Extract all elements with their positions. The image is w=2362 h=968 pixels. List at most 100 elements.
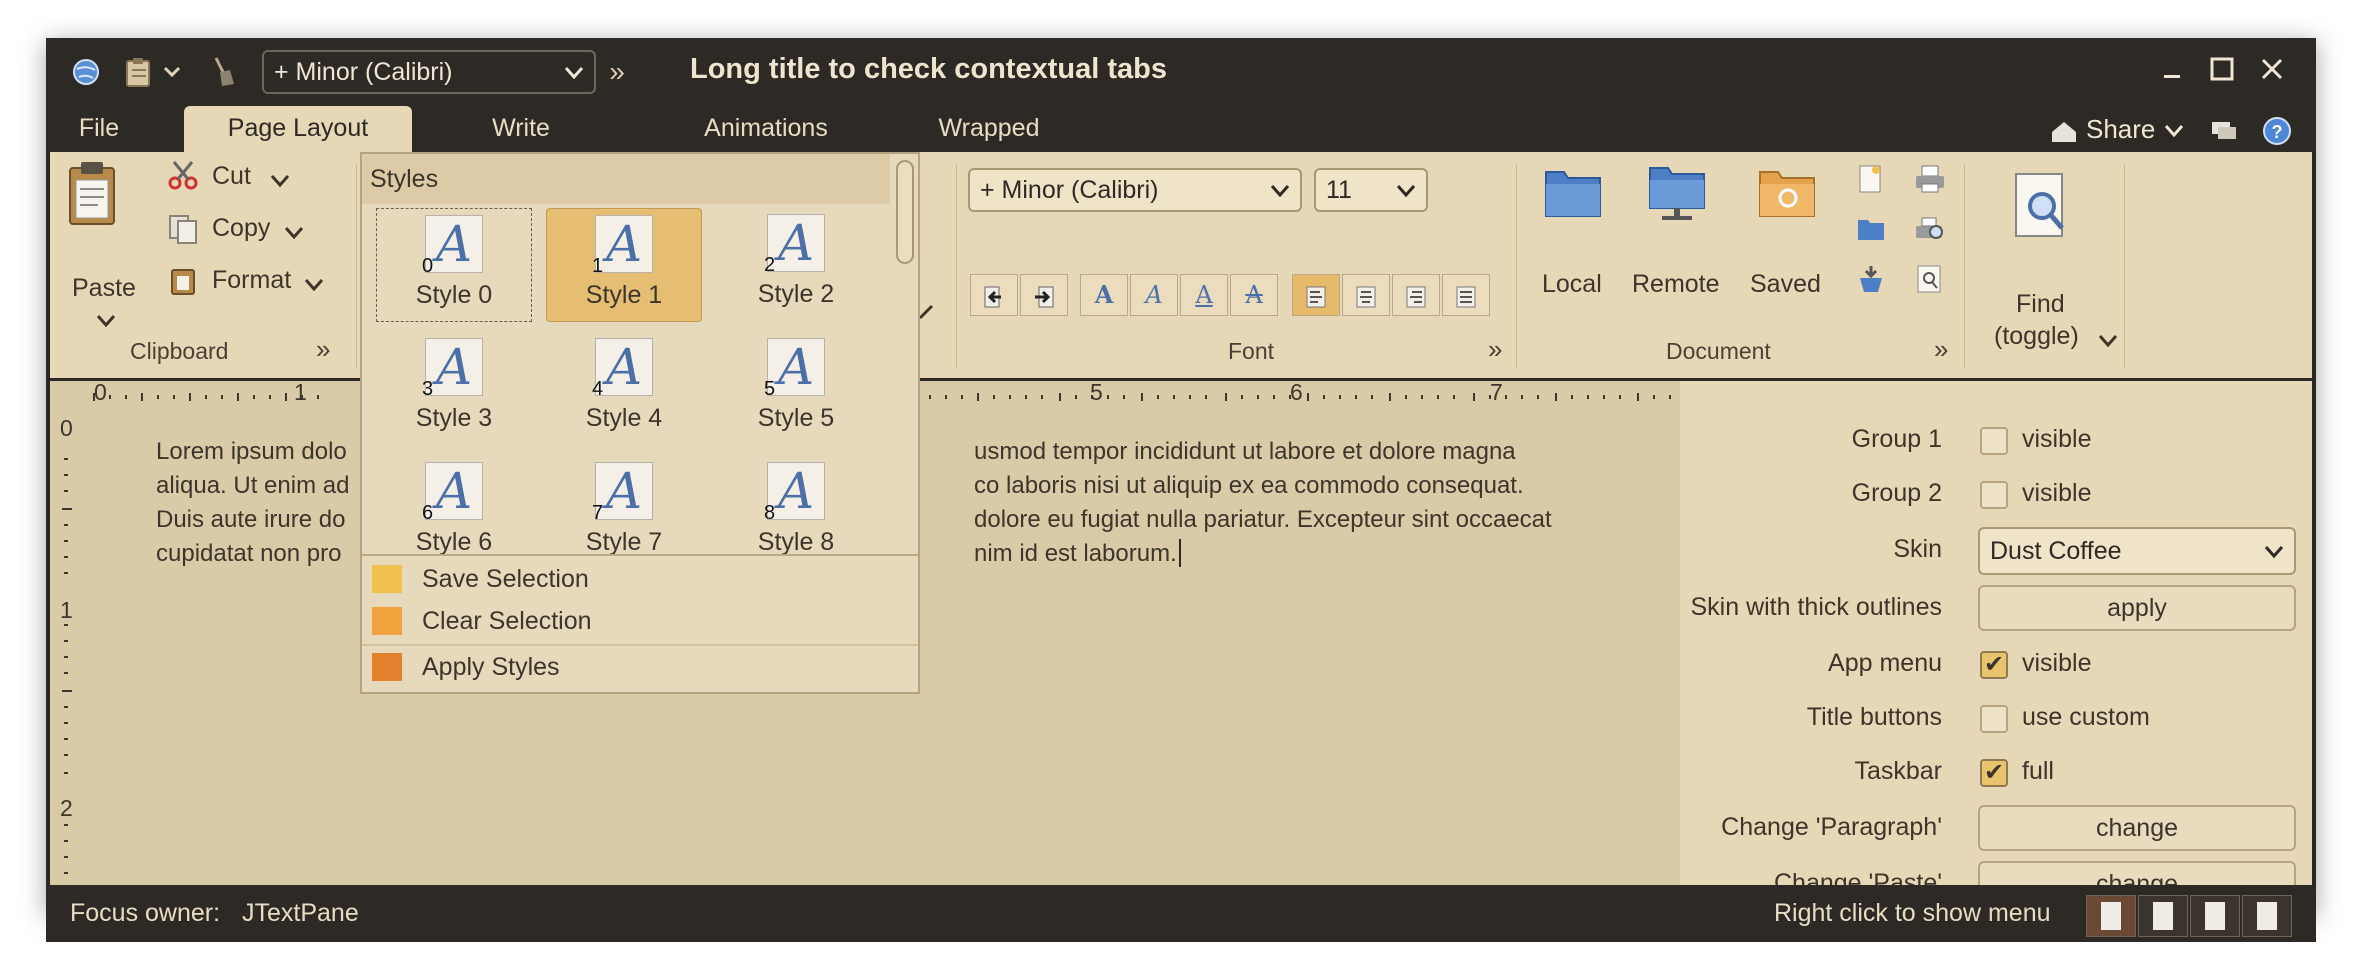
copy-button[interactable]: Copy bbox=[212, 214, 270, 243]
paste-icon[interactable] bbox=[66, 160, 118, 226]
underline-button[interactable]: A bbox=[1180, 274, 1228, 316]
align-center-icon[interactable] bbox=[1342, 274, 1390, 316]
italic-button[interactable]: A bbox=[1130, 274, 1178, 316]
chevron-down-icon[interactable] bbox=[158, 52, 186, 92]
format-button[interactable]: Format bbox=[212, 266, 291, 295]
document-expand-icon[interactable]: » bbox=[1934, 334, 1948, 365]
find-toggle-label[interactable]: (toggle) bbox=[1994, 322, 2079, 351]
remote-button[interactable]: Remote bbox=[1632, 270, 1720, 299]
vruler-label: 1 bbox=[60, 597, 73, 623]
saved-button[interactable]: Saved bbox=[1750, 270, 1821, 299]
view-print-layout-icon[interactable] bbox=[2086, 895, 2136, 937]
change-paragraph-button[interactable]: change bbox=[1978, 805, 2296, 851]
minimize-icon[interactable] bbox=[2152, 52, 2192, 92]
clear-selection-menu-item[interactable]: Clear Selection bbox=[362, 600, 918, 642]
clipboard-expand-icon[interactable]: » bbox=[316, 334, 330, 365]
tab-file[interactable]: File bbox=[56, 106, 142, 152]
title-buttons-check-label[interactable]: use custom bbox=[2022, 703, 2150, 732]
cut-button[interactable]: Cut bbox=[212, 162, 251, 191]
tab-animations[interactable]: Animations bbox=[666, 106, 866, 152]
app-menu-check-label[interactable]: visible bbox=[2022, 649, 2091, 678]
chevron-down-icon[interactable] bbox=[2098, 326, 2118, 355]
folder-saved-icon[interactable] bbox=[1758, 164, 1816, 217]
group2-check-label[interactable]: visible bbox=[2022, 479, 2091, 508]
paste-button[interactable]: Paste bbox=[72, 274, 136, 303]
view-web-layout-icon[interactable] bbox=[2190, 895, 2240, 937]
chevron-down-icon[interactable] bbox=[284, 218, 304, 247]
align-right-icon[interactable] bbox=[1392, 274, 1440, 316]
share-button[interactable]: Share bbox=[2086, 110, 2155, 148]
broom-icon[interactable] bbox=[202, 52, 242, 92]
style-item[interactable]: A0 Style 0 bbox=[376, 208, 532, 322]
style-glyph: A bbox=[605, 462, 643, 520]
style-item[interactable]: A8 Style 8 bbox=[718, 456, 874, 556]
font-size-combo[interactable]: 11 bbox=[1314, 168, 1428, 212]
group2-checkbox[interactable] bbox=[1980, 481, 2008, 509]
folder-local-icon[interactable] bbox=[1544, 164, 1602, 217]
app-menu-label: App menu bbox=[1828, 649, 1942, 677]
apply-styles-menu-item[interactable]: Apply Styles bbox=[362, 646, 918, 688]
title-buttons-label: Title buttons bbox=[1806, 703, 1942, 731]
chevron-down-icon[interactable] bbox=[2164, 110, 2184, 148]
taskbar-check-label[interactable]: full bbox=[2022, 757, 2054, 786]
apply-styles-icon bbox=[372, 653, 402, 681]
comments-icon[interactable] bbox=[2210, 110, 2238, 148]
zoom-page-icon[interactable] bbox=[1914, 264, 1944, 301]
align-left-icon[interactable] bbox=[1292, 274, 1340, 316]
overflow-icon[interactable]: » bbox=[602, 52, 632, 92]
share-icon[interactable] bbox=[2050, 110, 2080, 148]
clipboard-icon[interactable] bbox=[118, 52, 158, 92]
indent-increase-icon[interactable] bbox=[1020, 274, 1068, 316]
find-label[interactable]: Find bbox=[2016, 290, 2065, 319]
align-justify-icon[interactable] bbox=[1442, 274, 1490, 316]
style-item[interactable]: A6 Style 6 bbox=[376, 456, 532, 556]
help-icon[interactable]: ? bbox=[2262, 110, 2292, 148]
gallery-scrollbar[interactable] bbox=[896, 160, 914, 264]
font-family-combo[interactable]: + Minor (Calibri) bbox=[968, 168, 1302, 212]
maximize-icon[interactable] bbox=[2202, 52, 2242, 92]
apply-button[interactable]: apply bbox=[1978, 585, 2296, 631]
clipboard-band-title: Clipboard bbox=[130, 338, 229, 364]
save-selection-menu-item[interactable]: Save Selection bbox=[362, 558, 918, 600]
text-line-end-wrap: nim id est laborum. bbox=[974, 537, 1181, 571]
open-folder-icon[interactable] bbox=[1856, 214, 1886, 249]
new-document-icon[interactable] bbox=[1856, 164, 1884, 201]
style-item[interactable]: A3 Style 3 bbox=[376, 332, 532, 446]
close-icon[interactable] bbox=[2252, 52, 2292, 92]
bold-button[interactable]: A bbox=[1080, 274, 1128, 316]
strikethrough-button[interactable]: A bbox=[1230, 274, 1278, 316]
group1-checkbox[interactable] bbox=[1980, 427, 2008, 455]
taskbar-checkbox[interactable]: ✔ bbox=[1980, 759, 2008, 787]
font-expand-icon[interactable]: » bbox=[1488, 334, 1502, 365]
style-item[interactable]: A4 Style 4 bbox=[546, 332, 702, 446]
group1-check-label[interactable]: visible bbox=[2022, 425, 2091, 454]
tab-wrapped[interactable]: Wrapped bbox=[904, 106, 1074, 152]
indent-decrease-icon[interactable] bbox=[970, 274, 1018, 316]
folder-remote-icon[interactable] bbox=[1648, 160, 1706, 220]
ruler-label: 1 bbox=[294, 379, 307, 405]
font-combo-quick[interactable]: + Minor (Calibri) bbox=[262, 50, 596, 94]
style-item[interactable]: A7 Style 7 bbox=[546, 456, 702, 556]
title-buttons-checkbox[interactable] bbox=[1980, 705, 2008, 733]
tab-page-layout[interactable]: Page Layout bbox=[184, 106, 412, 152]
skin-select[interactable]: Dust Coffee bbox=[1978, 527, 2296, 575]
globe-icon[interactable] bbox=[66, 52, 106, 92]
style-item[interactable]: A5 Style 5 bbox=[718, 332, 874, 446]
find-icon[interactable] bbox=[2010, 172, 2072, 242]
chevron-down-icon[interactable] bbox=[96, 306, 116, 335]
view-full-screen-icon[interactable] bbox=[2138, 895, 2188, 937]
app-menu-checkbox[interactable]: ✔ bbox=[1980, 651, 2008, 679]
print-preview-icon[interactable] bbox=[1914, 214, 1946, 251]
tab-write[interactable]: Write bbox=[466, 106, 576, 152]
chevron-down-icon[interactable] bbox=[270, 166, 290, 195]
view-outline-icon[interactable] bbox=[2242, 895, 2292, 937]
style-item-selected[interactable]: A1 Style 1 bbox=[546, 208, 702, 322]
font-family-value: + Minor (Calibri) bbox=[980, 176, 1159, 204]
save-icon[interactable] bbox=[1856, 264, 1886, 301]
print-icon[interactable] bbox=[1914, 164, 1946, 201]
style-label: Style 0 bbox=[415, 281, 493, 309]
style-item[interactable]: A2 Style 2 bbox=[718, 208, 874, 322]
local-button[interactable]: Local bbox=[1542, 270, 1602, 299]
change-paste-button[interactable]: change bbox=[1978, 861, 2296, 885]
chevron-down-icon[interactable] bbox=[304, 270, 324, 299]
